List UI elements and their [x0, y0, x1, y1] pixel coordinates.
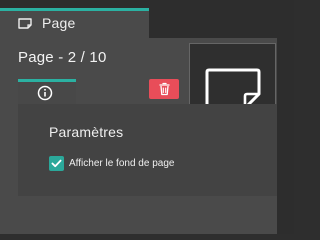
- show-page-background-label: Afficher le fond de page: [69, 158, 175, 169]
- page-icon: [18, 18, 32, 29]
- settings-panel: Paramètres Afficher le fond de page: [18, 104, 277, 196]
- show-page-background-checkbox[interactable]: [49, 156, 64, 171]
- delete-page-button[interactable]: [149, 79, 179, 99]
- page-tab-label: Page: [42, 15, 76, 31]
- page-editor-panel: Page Page - 2 / 10 Paramètres Afficher l…: [0, 0, 294, 234]
- page-tab[interactable]: Page: [0, 8, 149, 38]
- trash-icon: [158, 82, 171, 96]
- settings-title: Paramètres: [49, 124, 124, 140]
- info-tab[interactable]: [18, 79, 76, 104]
- checkmark-icon: [51, 159, 62, 168]
- info-icon: [37, 85, 53, 101]
- page-title: Page - 2 / 10: [18, 49, 107, 66]
- show-page-background-option[interactable]: Afficher le fond de page: [49, 156, 174, 171]
